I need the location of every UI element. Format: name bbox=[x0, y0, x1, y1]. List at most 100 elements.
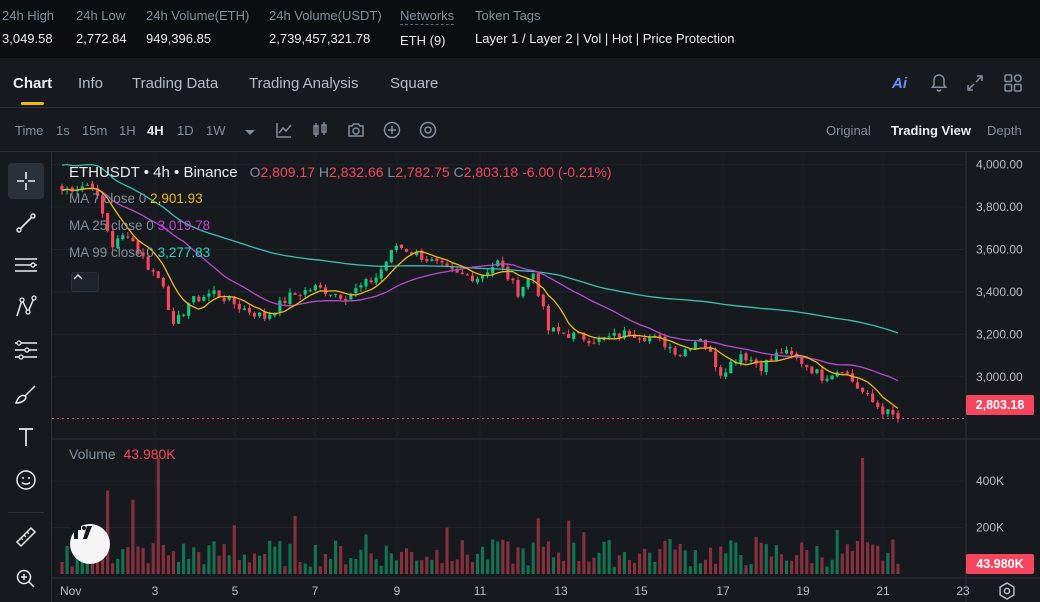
view-trading-view[interactable]: Trading View bbox=[891, 123, 971, 138]
volume-bar bbox=[349, 558, 353, 574]
candle-body bbox=[313, 285, 317, 291]
volume-bar bbox=[521, 548, 525, 574]
view-original[interactable]: Original bbox=[826, 123, 871, 138]
time-tick-label: 21 bbox=[876, 584, 890, 598]
volume-bar bbox=[258, 555, 262, 574]
time-tick-label: 7 bbox=[312, 584, 319, 598]
zoom-tool[interactable] bbox=[8, 561, 44, 597]
text-tool[interactable] bbox=[8, 419, 44, 455]
ma99-legend: MA 99 close 0 3,277.83 bbox=[69, 245, 210, 260]
candle-body bbox=[491, 266, 495, 274]
horizontal-lines-tool[interactable] bbox=[8, 247, 44, 283]
volume-bar bbox=[491, 539, 495, 574]
volume-bar bbox=[151, 543, 155, 574]
volume-bar bbox=[632, 562, 637, 574]
volume-bar bbox=[784, 560, 789, 574]
volume-bar bbox=[470, 562, 474, 574]
volume-bar bbox=[602, 541, 606, 574]
stat-label[interactable]: Networks bbox=[400, 8, 455, 25]
volume-value: 43.980K bbox=[123, 446, 176, 462]
collapse-indicators-button[interactable] bbox=[71, 272, 99, 292]
volume-bar bbox=[693, 550, 697, 574]
trendline-tool[interactable] bbox=[8, 205, 44, 241]
chart-settings-icon[interactable] bbox=[996, 580, 1018, 602]
candle-body bbox=[369, 280, 373, 282]
crosshair-tool[interactable] bbox=[8, 163, 44, 199]
stat-label: 24h Volume(USDT) bbox=[269, 8, 382, 23]
token-tags-list: Layer 1 / Layer 2 | Vol | Hot | Price Pr… bbox=[475, 31, 734, 46]
candle-body bbox=[521, 286, 525, 297]
stat-24h-volume-usdt: 24h Volume(USDT) 2,739,457,321.78 bbox=[269, 8, 382, 46]
volume-bar bbox=[480, 546, 485, 574]
candle-body bbox=[475, 278, 480, 283]
legend-ohlc: O2,809.17 H2,832.66 L2,782.75 C2,803.18 … bbox=[242, 164, 612, 180]
ai-icon[interactable]: Ai bbox=[892, 75, 914, 97]
volume-bar bbox=[334, 540, 338, 574]
candle-body bbox=[283, 300, 287, 303]
price-chart[interactable]: 4,000.00 3,800.00 3,600.00 3,400.00 3,200.00… bbox=[52, 152, 1040, 602]
interval-15m[interactable]: 15m bbox=[82, 123, 107, 138]
candle-type-icon[interactable] bbox=[310, 120, 330, 140]
interval-1w[interactable]: 1W bbox=[206, 123, 226, 138]
volume-bar bbox=[764, 544, 768, 574]
volume-label: Volume bbox=[69, 446, 116, 462]
volume-bar bbox=[587, 561, 591, 574]
volume-bar bbox=[546, 541, 550, 574]
candle-body bbox=[587, 340, 591, 344]
interval-4h[interactable]: 4H bbox=[147, 123, 164, 138]
tradingview-logo[interactable] bbox=[70, 524, 110, 564]
expand-icon[interactable] bbox=[964, 72, 986, 94]
stat-value: 3,049.58 bbox=[2, 31, 53, 46]
pattern-tool[interactable] bbox=[8, 289, 44, 325]
token-tag-vol[interactable]: Vol bbox=[583, 31, 601, 46]
candle-body bbox=[258, 312, 262, 317]
bell-icon[interactable] bbox=[928, 72, 950, 94]
token-tag-layer[interactable]: Layer 1 / Layer 2 bbox=[475, 31, 573, 46]
caret-down-icon[interactable] bbox=[240, 122, 260, 142]
time-tick-label: 13 bbox=[554, 584, 568, 598]
volume-bar bbox=[891, 539, 895, 574]
price-tick-label: 4,000.00 bbox=[976, 158, 1023, 172]
token-tag-hot[interactable]: Hot bbox=[612, 31, 632, 46]
tag-separator: | bbox=[601, 31, 612, 46]
fib-tool[interactable] bbox=[8, 332, 44, 368]
interval-1d[interactable]: 1D bbox=[177, 123, 194, 138]
emoji-tool[interactable] bbox=[8, 462, 44, 498]
indicators-icon[interactable] bbox=[274, 120, 294, 140]
volume-bar bbox=[658, 549, 662, 574]
interval-1s[interactable]: 1s bbox=[56, 123, 70, 138]
volume-bar bbox=[410, 551, 414, 574]
camera-icon[interactable] bbox=[346, 120, 366, 140]
tab-chart[interactable]: Chart bbox=[13, 75, 52, 105]
stat-24h-volume-eth: 24h Volume(ETH) 949,396.85 bbox=[146, 8, 249, 46]
tab-trading-analysis[interactable]: Trading Analysis bbox=[249, 75, 359, 92]
volume-bar bbox=[582, 532, 586, 574]
stat-networks[interactable]: Networks ETH (9) bbox=[400, 8, 455, 48]
candle-body bbox=[567, 334, 571, 338]
ruler-tool[interactable] bbox=[8, 519, 44, 555]
volume-bar bbox=[136, 546, 140, 574]
tab-square[interactable]: Square bbox=[390, 75, 438, 92]
view-depth[interactable]: Depth bbox=[987, 123, 1022, 138]
layout-grid-icon[interactable] bbox=[1002, 72, 1024, 94]
candle-body bbox=[252, 313, 257, 317]
volume-bar bbox=[607, 540, 611, 574]
interval-1h[interactable]: 1H bbox=[119, 123, 136, 138]
volume-bar bbox=[724, 553, 728, 574]
settings-circle-icon[interactable] bbox=[418, 120, 438, 140]
candle-body bbox=[815, 369, 819, 374]
brush-tool[interactable] bbox=[8, 377, 44, 413]
tab-info[interactable]: Info bbox=[78, 75, 103, 92]
interval-time-label[interactable]: Time bbox=[15, 123, 43, 138]
volume-bar bbox=[232, 525, 236, 574]
candle-body bbox=[166, 286, 170, 311]
tab-trading-data[interactable]: Trading Data bbox=[132, 75, 218, 92]
candle-body bbox=[820, 369, 824, 381]
volume-bar bbox=[719, 546, 723, 574]
volume-bar bbox=[729, 540, 733, 574]
volume-bar bbox=[308, 566, 312, 574]
volume-bar bbox=[197, 552, 201, 574]
volume-bar bbox=[273, 546, 277, 574]
add-circle-icon[interactable] bbox=[382, 120, 402, 140]
token-tag-price-protection[interactable]: Price Protection bbox=[643, 31, 735, 46]
